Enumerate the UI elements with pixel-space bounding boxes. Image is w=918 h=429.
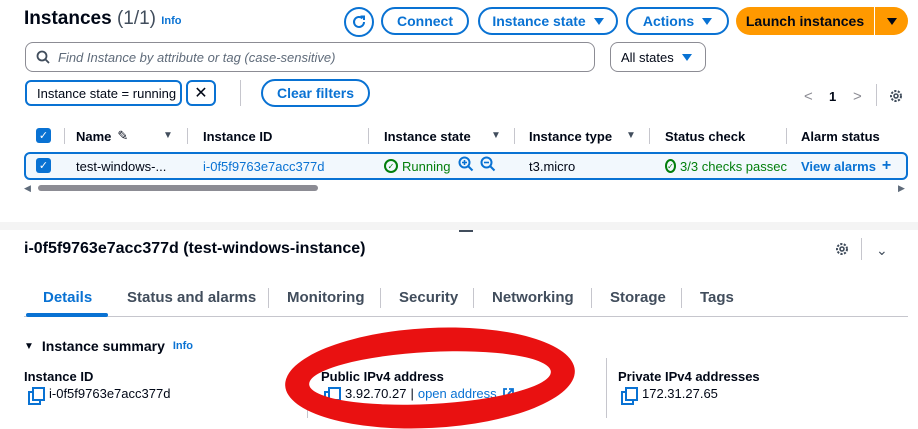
view-alarms-link[interactable]: View alarms + [801, 157, 891, 175]
sort-caret-icon[interactable]: ▼ [163, 130, 173, 141]
next-page-button[interactable]: > [853, 88, 862, 105]
sort-caret-icon[interactable]: ▼ [491, 130, 501, 141]
private-ipv4-label: Private IPv4 addresses [618, 369, 760, 384]
instance-state-running: ✓ Running [384, 157, 450, 175]
instance-name[interactable]: test-windows-... [76, 157, 166, 175]
refresh-icon [353, 15, 365, 28]
column-divider [649, 128, 650, 144]
connect-button[interactable]: Connect [381, 7, 469, 35]
zoom-out-icon [480, 156, 496, 172]
remove-filter-button[interactable]: ✕ [186, 80, 216, 106]
search-icon [36, 50, 50, 64]
instance-count: (1/1) [116, 8, 157, 29]
instance-id-link[interactable]: i-0f5f9763e7acc377d [203, 157, 324, 175]
state-filter-select[interactable]: All states [610, 42, 706, 72]
check-circle-icon: ✓ [665, 159, 677, 173]
check-circle-icon: ✓ [384, 159, 398, 173]
page-number[interactable]: 1 [829, 89, 836, 104]
active-tab-indicator [26, 313, 108, 317]
chevron-down-icon: ⌄ [876, 242, 888, 258]
copy-icon[interactable] [28, 386, 45, 405]
drag-handle[interactable] [459, 230, 473, 232]
clear-filters-button[interactable]: Clear filters [261, 79, 370, 107]
divider [876, 84, 877, 106]
column-header-instance-type[interactable]: Instance type [529, 126, 612, 146]
info-link[interactable]: Info [173, 340, 193, 352]
copy-icon[interactable] [621, 386, 638, 405]
zoom-out-button[interactable] [480, 156, 496, 175]
collapse-panel-button[interactable]: ⌄ [876, 242, 888, 259]
tab-storage[interactable]: Storage [610, 289, 666, 306]
close-icon: ✕ [194, 85, 208, 102]
instance-summary-toggle[interactable]: ▼ Instance summary Info [24, 338, 193, 354]
tab-divider [681, 288, 682, 308]
column-divider [606, 358, 607, 418]
instance-id-label: Instance ID [24, 369, 94, 384]
tab-divider [380, 288, 381, 308]
search-input[interactable]: Find Instance by attribute or tag (case-… [25, 42, 595, 72]
column-divider [368, 128, 369, 144]
zoom-in-icon [458, 156, 474, 172]
column-header-status-check[interactable]: Status check [665, 126, 745, 146]
tab-divider [591, 288, 592, 308]
prev-page-button[interactable]: < [804, 88, 813, 105]
tab-monitoring[interactable]: Monitoring [287, 289, 364, 306]
tab-divider [268, 288, 269, 308]
tabs-baseline [24, 316, 908, 317]
select-all-checkbox[interactable]: ✓ [36, 128, 51, 143]
status-check: ✓ 3/3 checks passec [665, 157, 787, 175]
caret-down-icon [886, 17, 897, 25]
details-heading: i-0f5f9763e7acc377d (test-windows-instan… [24, 240, 366, 257]
private-ipv4-value: 172.31.27.65 [621, 386, 718, 405]
column-divider [187, 128, 188, 144]
column-header-instance-id[interactable]: Instance ID [203, 126, 272, 146]
tab-status-and-alarms[interactable]: Status and alarms [127, 289, 256, 306]
tab-tags[interactable]: Tags [700, 289, 734, 306]
scroll-right-icon[interactable]: ▶ [898, 183, 905, 194]
divider [861, 238, 862, 260]
instance-state-button[interactable]: Instance state [478, 7, 618, 35]
scrollbar-thumb[interactable] [38, 185, 318, 191]
scroll-left-icon[interactable]: ◀ [24, 183, 31, 194]
caret-down-icon [681, 53, 692, 61]
split-panel-divider [0, 222, 918, 230]
tab-divider [473, 288, 474, 308]
column-header-alarm-status[interactable]: Alarm status [801, 126, 880, 146]
divider [240, 80, 241, 106]
launch-options-dropdown[interactable] [875, 7, 908, 35]
edit-icon: ✎ [117, 128, 129, 143]
plus-icon: + [881, 157, 892, 174]
caret-down-icon [702, 17, 713, 25]
column-header-name[interactable]: Name ✎ [76, 126, 128, 146]
actions-button[interactable]: Actions [626, 7, 729, 35]
search-placeholder: Find Instance by attribute or tag (case-… [58, 49, 336, 65]
instance-id-value: i-0f5f9763e7acc377d [28, 386, 170, 405]
checkmark-icon: ✓ [36, 158, 51, 173]
sort-caret-icon[interactable]: ▼ [626, 130, 636, 141]
annotation-circle [282, 320, 578, 429]
gear-icon [836, 243, 848, 255]
launch-instances-button[interactable]: Launch instances [736, 7, 874, 35]
checkmark-icon: ✓ [36, 128, 51, 143]
row-checkbox[interactable]: ✓ [36, 158, 51, 173]
caret-down-icon: ▼ [24, 340, 34, 352]
filter-chip[interactable]: Instance state = running [25, 80, 182, 106]
tab-security[interactable]: Security [399, 289, 458, 306]
refresh-button[interactable] [344, 7, 374, 37]
instance-type: t3.micro [529, 158, 576, 174]
gear-icon [890, 90, 902, 102]
column-divider [514, 128, 515, 144]
page-title: Instances (1/1) Info [24, 8, 182, 29]
tab-networking[interactable]: Networking [492, 289, 574, 306]
settings-button[interactable] [888, 88, 904, 107]
column-header-instance-state[interactable]: Instance state [384, 126, 471, 146]
zoom-in-button[interactable] [458, 156, 474, 175]
caret-down-icon [593, 17, 604, 25]
column-divider [64, 128, 65, 144]
panel-settings-button[interactable] [834, 241, 850, 260]
tab-details[interactable]: Details [43, 289, 92, 306]
info-link[interactable]: Info [161, 15, 181, 27]
column-divider [786, 128, 787, 144]
horizontal-scrollbar[interactable]: ◀ ▶ [24, 183, 908, 193]
